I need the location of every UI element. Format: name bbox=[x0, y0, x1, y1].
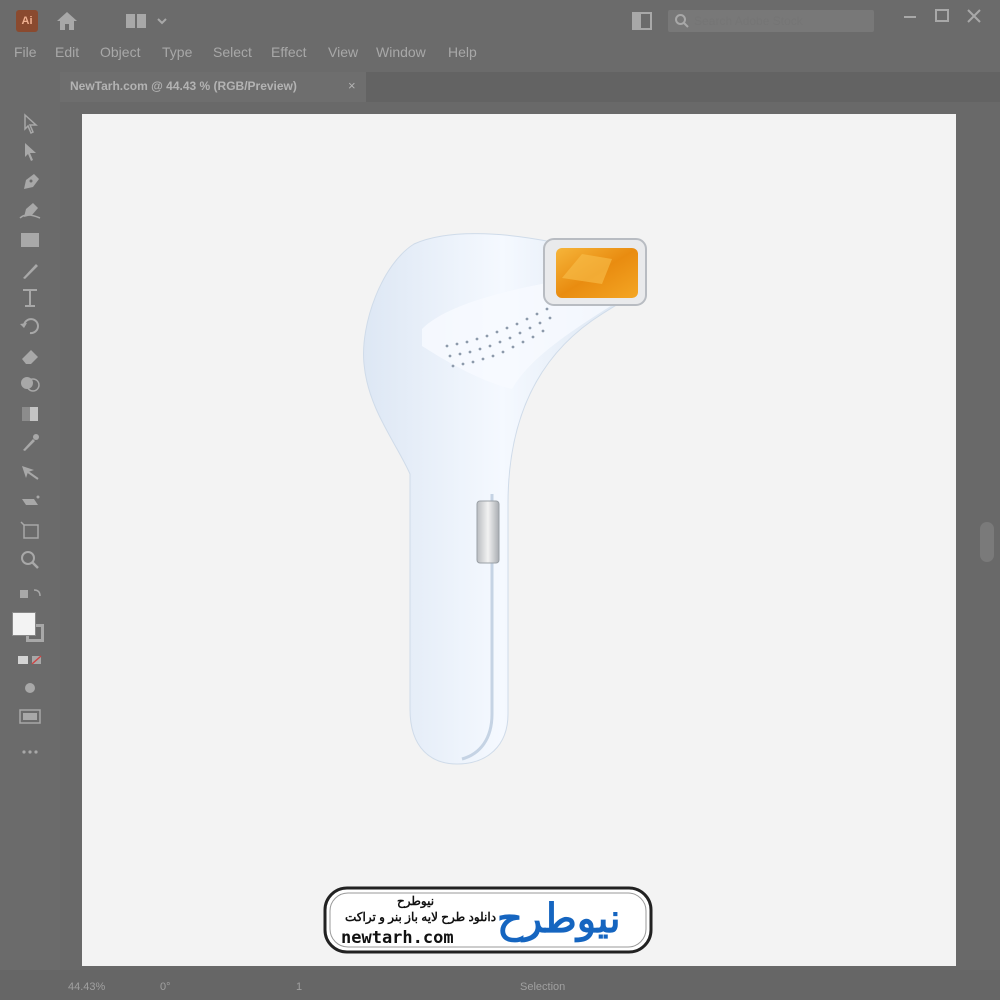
fill-swatch[interactable] bbox=[12, 612, 36, 636]
canvas-area[interactable] bbox=[60, 102, 1000, 970]
eyedropper-tool[interactable] bbox=[16, 430, 44, 454]
watermark-brand: نیوطرح bbox=[397, 894, 435, 908]
status-bar: 44.43% 0° 1 Selection bbox=[0, 970, 1000, 1000]
rotate-tool[interactable] bbox=[16, 314, 44, 338]
menu-edit[interactable]: Edit bbox=[55, 44, 79, 60]
home-button[interactable] bbox=[54, 8, 80, 34]
more-icon bbox=[22, 750, 38, 754]
close-button[interactable] bbox=[962, 6, 986, 26]
zoom-level[interactable]: 44.43% bbox=[68, 981, 105, 993]
edit-toolbar[interactable] bbox=[16, 740, 44, 758]
zoom-tool[interactable] bbox=[16, 548, 44, 572]
document-tab-label: NewTarh.com @ 44.43 % (RGB/Preview) bbox=[70, 79, 297, 93]
artboard-number[interactable]: 1 bbox=[296, 981, 302, 993]
paintbrush-tool[interactable] bbox=[16, 258, 44, 282]
swap-colors-icon bbox=[20, 589, 41, 598]
direct-selection-tool[interactable] bbox=[16, 140, 44, 164]
screen-mode-icon bbox=[19, 709, 41, 724]
stock-search[interactable] bbox=[668, 10, 874, 32]
rotation-level[interactable]: 0° bbox=[160, 981, 171, 993]
menu-view[interactable]: View bbox=[328, 44, 358, 60]
curvature-tool[interactable] bbox=[16, 198, 44, 222]
menu-select[interactable]: Select bbox=[213, 44, 252, 60]
artboard bbox=[82, 114, 956, 966]
tools-panel bbox=[0, 100, 60, 970]
screen-mode[interactable] bbox=[16, 704, 44, 728]
artboard-tool-icon bbox=[20, 521, 39, 539]
newtarh-watermark: نیوطرح دانلود طرح لایه باز بنر و تراکت n… bbox=[323, 886, 653, 954]
artboard-tool[interactable] bbox=[16, 518, 44, 542]
selection-tool-icon bbox=[24, 113, 38, 135]
symbol-sprayer-tool-icon bbox=[22, 495, 40, 505]
eraser-tool[interactable] bbox=[16, 344, 44, 368]
document-tab-bar: NewTarh.com @ 44.43 % (RGB/Preview) × bbox=[60, 72, 1000, 102]
menu-help[interactable]: Help bbox=[448, 44, 477, 60]
direct-selection-tool-icon bbox=[25, 143, 36, 161]
draw-mode[interactable] bbox=[16, 676, 44, 696]
title-bar: Ai bbox=[0, 0, 1000, 40]
ipl-device-illustration bbox=[363, 233, 647, 765]
trigger-button bbox=[476, 500, 500, 564]
rectangle-tool-icon bbox=[21, 233, 39, 247]
zoom-tool-icon bbox=[21, 551, 39, 569]
curvature-tool-icon bbox=[19, 203, 41, 219]
menu-effect[interactable]: Effect bbox=[271, 44, 307, 60]
workspace-switcher[interactable] bbox=[124, 10, 172, 32]
symbol-sprayer-tool[interactable] bbox=[16, 490, 44, 514]
type-tool-icon bbox=[23, 289, 37, 307]
vertical-scrollbar[interactable] bbox=[980, 522, 994, 562]
minimize-button[interactable] bbox=[898, 6, 922, 26]
eraser-tool-icon bbox=[22, 350, 38, 364]
pen-tool[interactable] bbox=[16, 170, 44, 194]
watermark-tagline: دانلود طرح لایه باز بنر و تراکت bbox=[345, 910, 497, 924]
swap-colors[interactable] bbox=[16, 584, 44, 604]
maximize-icon bbox=[935, 9, 949, 22]
draw-mode-icon bbox=[25, 683, 35, 693]
color-mode[interactable] bbox=[16, 648, 44, 668]
menu-object[interactable]: Object bbox=[100, 44, 140, 60]
shape-builder-tool-icon bbox=[21, 377, 40, 392]
rotate-tool-icon bbox=[20, 318, 39, 335]
current-tool-status[interactable]: Selection bbox=[520, 981, 565, 993]
document-tab[interactable]: NewTarh.com @ 44.43 % (RGB/Preview) × bbox=[60, 72, 366, 102]
gradient-tool-icon bbox=[22, 407, 38, 421]
eyedropper-tool-icon bbox=[23, 434, 39, 451]
search-icon bbox=[675, 14, 689, 28]
paintbrush-tool-icon bbox=[23, 264, 38, 279]
blend-tool[interactable] bbox=[16, 460, 44, 484]
arrange-documents-button[interactable] bbox=[630, 10, 654, 32]
rectangle-tool[interactable] bbox=[16, 228, 44, 252]
close-icon bbox=[967, 9, 981, 23]
menu-type[interactable]: Type bbox=[162, 44, 192, 60]
app-logo: Ai bbox=[16, 10, 38, 32]
selection-tool[interactable] bbox=[16, 112, 44, 136]
minimize-icon bbox=[904, 16, 916, 18]
watermark-logo: نیوطرح bbox=[497, 897, 621, 941]
menu-bar: File Edit Object Type Select Effect View… bbox=[0, 40, 1000, 66]
color-mode-icon bbox=[18, 655, 42, 665]
shape-builder-tool[interactable] bbox=[16, 372, 44, 396]
menu-window[interactable]: Window bbox=[376, 44, 426, 60]
gradient-tool[interactable] bbox=[16, 402, 44, 426]
workspace-icon bbox=[126, 14, 167, 28]
home-icon bbox=[57, 12, 77, 30]
menu-file[interactable]: File bbox=[14, 44, 37, 60]
search-input[interactable] bbox=[694, 12, 864, 30]
arrange-icon bbox=[632, 12, 652, 30]
close-tab-icon[interactable]: × bbox=[348, 78, 356, 93]
watermark-url: newtarh.com bbox=[341, 928, 454, 948]
pen-tool-icon bbox=[24, 174, 39, 189]
maximize-button[interactable] bbox=[930, 6, 954, 26]
type-tool[interactable] bbox=[16, 286, 44, 310]
blend-tool-icon bbox=[22, 466, 39, 480]
